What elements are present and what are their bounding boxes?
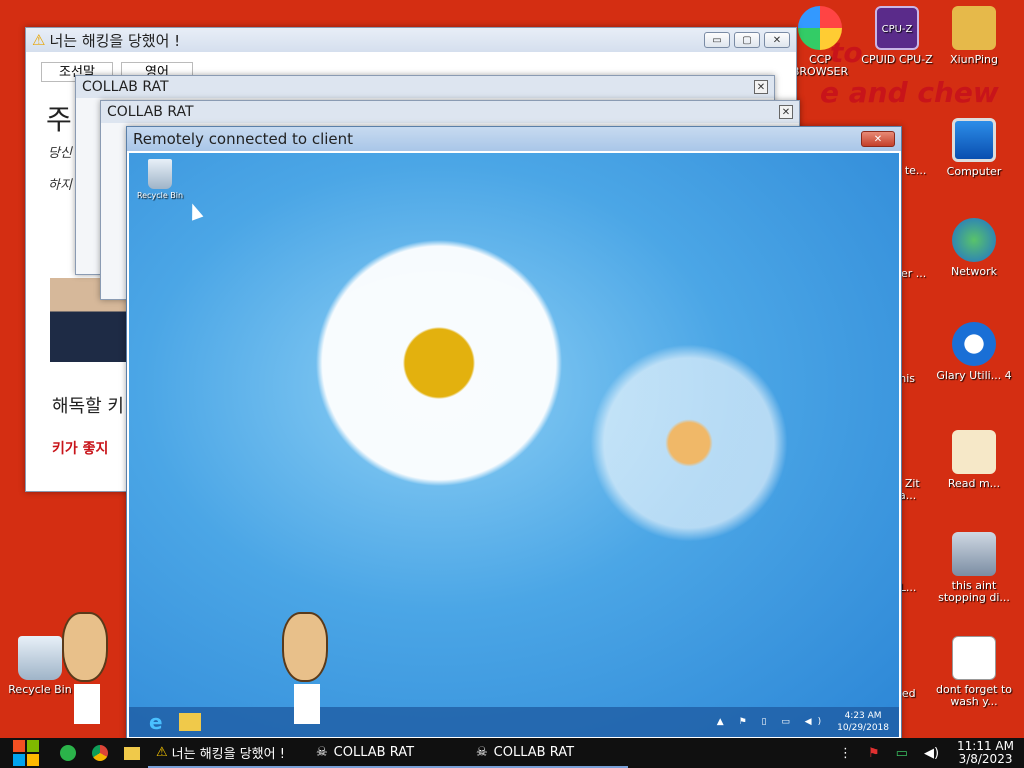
cartoon-character [282, 612, 332, 736]
ransom-title: 너는 해킹을 당했어 ! [49, 31, 181, 50]
remote-clock-time[interactable]: 4:23 AM [837, 710, 889, 722]
desktop-icon-wash-note[interactable]: dont forget to wash y... [934, 636, 1014, 708]
flower-wallpaper [289, 213, 589, 513]
clock[interactable]: 11:11 AM 3/8/2023 [947, 738, 1024, 768]
disk-cleanup-icon [952, 532, 996, 576]
minimize-button[interactable]: ▭ [704, 32, 730, 48]
warning-icon: ⚠ [156, 744, 168, 760]
network-icon [952, 218, 996, 262]
remote-recycle-bin[interactable]: Recycle Bin [135, 159, 185, 200]
taskbar-item-ransom[interactable]: ⚠ 너는 해킹을 당했어 ! [148, 738, 308, 768]
browser-icon [798, 6, 842, 50]
remote-taskbar: e ▲ ⚑ ▯ ▭ ◀) 4:23 AM 10/29/2018 [129, 707, 899, 737]
taskbar-item-collab-1[interactable]: ☠ COLLAB RAT [308, 738, 468, 768]
desktop-icon-xiunping[interactable]: XiunPing [934, 6, 1014, 66]
banner-text-line2: e and chew [820, 76, 999, 109]
collab-title-1: COLLAB RAT [82, 79, 169, 95]
desktop-icon-cpu-z[interactable]: CPU-Z CPUID CPU-Z [857, 6, 937, 66]
app-icon [60, 745, 76, 761]
taskbar-item-collab-2[interactable]: ☠ COLLAB RAT [468, 738, 628, 768]
readme-icon [952, 430, 996, 474]
taskbar: ⚠ 너는 해킹을 당했어 ! ☠ COLLAB RAT ☠ COLLAB RAT… [0, 738, 1024, 768]
remote-titlebar[interactable]: Remotely connected to client ✕ [127, 127, 901, 151]
network-tray-icon[interactable]: ▭ [888, 738, 916, 768]
document-icon [952, 636, 996, 680]
flag-icon[interactable]: ⚑ [860, 738, 888, 768]
desktop-icon-network[interactable]: Network [934, 218, 1014, 278]
clock-date: 3/8/2023 [958, 752, 1013, 766]
file-explorer-icon[interactable] [116, 738, 148, 768]
ransom-heading: 주 [46, 103, 72, 136]
remote-desktop-window[interactable]: Remotely connected to client ✕ Recycle B… [126, 126, 902, 740]
close-button[interactable]: ✕ [754, 80, 768, 94]
folder-user-icon [952, 6, 996, 50]
maximize-button[interactable]: ▢ [734, 32, 760, 48]
tray-icons[interactable]: ▲ ⚑ ▯ ▭ ◀) [717, 717, 827, 727]
chrome-icon[interactable] [84, 738, 116, 768]
ransom-titlebar[interactable]: ⚠ 너는 해킹을 당했어 ! ▭ ▢ ✕ [26, 28, 796, 52]
ransom-line: 하지 [48, 178, 72, 193]
flower-wallpaper-blur [569, 323, 809, 563]
collab-title-2: COLLAB RAT [107, 104, 194, 120]
key-text: 키가 좋지 [52, 441, 109, 457]
skull-icon: ☠ [316, 744, 328, 760]
desktop: { "desktop": { "background_color": "#d42… [0, 0, 1024, 768]
windows-logo-icon [13, 740, 39, 766]
close-button[interactable]: ✕ [764, 32, 790, 48]
start-button[interactable] [0, 738, 52, 768]
computer-icon [952, 118, 996, 162]
decrypt-text: 해독할 키 [52, 396, 124, 417]
desktop-icon-readme[interactable]: Read m... [934, 430, 1014, 490]
file-explorer-icon[interactable] [178, 713, 201, 731]
glary-utilities-icon [952, 322, 996, 366]
pinned-app-icon[interactable] [52, 738, 84, 768]
recycle-bin-icon [18, 636, 62, 680]
volume-icon[interactable]: ◀) [916, 738, 947, 768]
desktop-icon-glary[interactable]: Glary Utili... 4 [934, 322, 1014, 382]
warning-icon: ⚠ [32, 31, 46, 49]
desktop-icon-computer[interactable]: Computer [934, 118, 1014, 178]
remote-clock-date[interactable]: 10/29/2018 [837, 722, 889, 734]
remote-title: Remotely connected to client [133, 130, 354, 148]
cpu-z-icon: CPU-Z [875, 6, 919, 50]
mouse-cursor-icon [186, 201, 204, 221]
ie-icon[interactable]: e [149, 710, 163, 734]
recycle-bin-icon [148, 159, 172, 189]
skull-icon: ☠ [476, 744, 488, 760]
desktop-icon-disk-cleanup[interactable]: this aint stopping di... [934, 532, 1014, 604]
remote-screen[interactable]: Recycle Bin e ▲ ⚑ ▯ ▭ ◀) 4:23 AM 10/29/2… [129, 153, 899, 737]
tray-overflow-icon[interactable]: ⋮ [831, 738, 860, 768]
close-button[interactable]: ✕ [779, 105, 793, 119]
collab-titlebar-1[interactable]: COLLAB RAT ✕ [76, 76, 774, 98]
close-button[interactable]: ✕ [861, 131, 895, 147]
collab-titlebar-2[interactable]: COLLAB RAT ✕ [101, 101, 799, 123]
cartoon-character [62, 612, 112, 736]
ransom-line: 당신 [48, 146, 72, 161]
